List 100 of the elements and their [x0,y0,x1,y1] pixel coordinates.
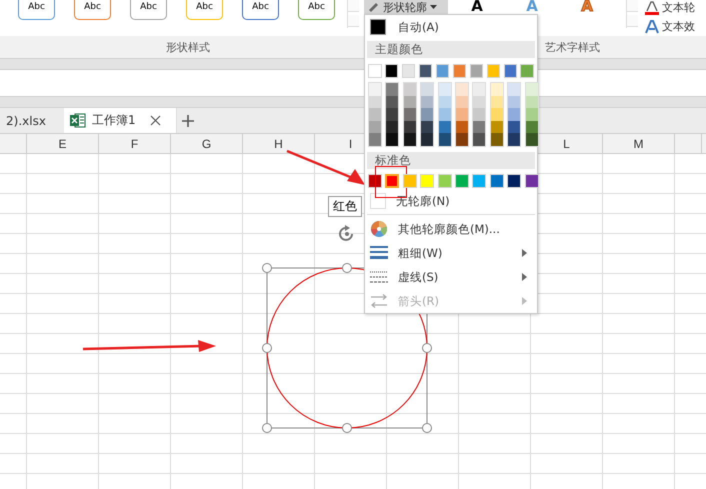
color-swatch[interactable] [520,64,534,78]
color-swatch[interactable] [508,96,520,108]
color-swatch[interactable] [404,133,416,146]
shape-outline-button[interactable]: 形状轮廓 [364,0,448,14]
color-swatch[interactable] [384,64,398,78]
color-swatch[interactable] [438,120,451,134]
column-header[interactable]: E [27,134,99,153]
text-tool-button[interactable]: 文本效 [645,19,695,34]
color-swatch[interactable] [490,174,504,188]
color-swatch[interactable] [402,174,417,188]
menu-item[interactable]: 粗细(W) [365,241,537,266]
color-swatch[interactable] [456,83,468,96]
menu-item[interactable]: 虚线(S) [365,265,537,290]
color-swatch[interactable] [508,133,520,146]
wordart-style-button[interactable]: A [466,0,488,13]
color-swatch[interactable] [456,120,468,134]
shape-style-button[interactable]: Abc [18,0,55,20]
group-label: 艺术字样式 [545,40,600,54]
color-swatch[interactable] [386,133,398,146]
color-swatch[interactable] [456,133,468,146]
color-swatch[interactable] [490,133,503,146]
color-swatch[interactable] [524,174,539,188]
menu-item[interactable]: 无轮廓(N) [365,190,537,212]
color-swatch[interactable] [508,108,520,121]
color-swatch[interactable] [386,83,398,96]
color-swatch[interactable] [486,64,500,78]
color-swatch[interactable] [386,120,398,134]
color-swatch[interactable] [526,83,538,96]
color-swatch[interactable] [385,174,400,188]
color-swatch[interactable] [473,133,486,146]
color-swatch[interactable] [418,64,432,78]
column-header[interactable]: H [243,134,315,153]
color-swatch[interactable] [386,108,398,121]
shape-style-button[interactable]: Abc [186,0,223,20]
color-swatch[interactable] [368,174,382,188]
color-swatch[interactable] [473,96,486,108]
color-swatch[interactable] [421,96,434,108]
empty-swatch-icon [370,193,386,210]
color-swatch[interactable] [404,96,416,108]
color-swatch[interactable] [473,120,486,134]
color-swatch[interactable] [473,108,486,121]
color-swatch[interactable] [438,83,451,96]
color-swatch[interactable] [438,108,451,121]
color-swatch[interactable] [526,133,538,146]
color-swatch[interactable] [369,83,381,96]
shape-style-button[interactable]: Abc [74,0,111,20]
menu-item[interactable]: 自动(A) [365,15,537,39]
group-label: 形状样式 [166,40,210,54]
color-swatch[interactable] [456,96,468,108]
color-swatch[interactable] [508,120,520,134]
color-swatch[interactable] [402,64,416,78]
color-swatch[interactable] [472,174,486,188]
color-swatch[interactable] [508,83,520,96]
color-swatch[interactable] [452,64,466,78]
color-swatch[interactable] [420,174,434,188]
color-swatch[interactable] [404,108,416,121]
caret-icon [430,5,437,9]
color-swatch[interactable] [490,108,503,121]
pen-icon [368,2,380,12]
color-swatch[interactable] [421,83,434,96]
color-swatch[interactable] [421,120,434,134]
color-swatch[interactable] [421,108,434,121]
color-swatch[interactable] [507,174,522,188]
color-swatch[interactable] [368,64,382,78]
column-header[interactable]: F [99,134,171,153]
color-swatch[interactable] [526,96,538,108]
color-swatch[interactable] [526,120,538,134]
color-swatch[interactable] [438,133,451,146]
workbook-tab[interactable]: 2).xlsx [0,108,60,133]
color-swatch[interactable] [404,83,416,96]
workbook-tab[interactable]: 工作簿1 [64,108,176,133]
text-effects-icon [645,20,659,34]
color-swatch[interactable] [504,64,518,78]
color-swatch[interactable] [369,120,381,134]
shape-style-button[interactable]: Abc [130,0,167,20]
color-swatch[interactable] [404,120,416,134]
text-tool-button[interactable]: 文本轮 [645,0,695,15]
color-swatch[interactable] [436,64,450,78]
color-swatch[interactable] [473,83,486,96]
color-swatch[interactable] [386,96,398,108]
color-swatch[interactable] [470,64,484,78]
column-header[interactable]: M [603,134,675,153]
color-swatch[interactable] [456,108,468,121]
color-swatch[interactable] [369,96,381,108]
color-swatch[interactable] [421,133,434,146]
color-swatch[interactable] [369,133,381,146]
color-swatch[interactable] [490,96,503,108]
shape-style-button[interactable]: Abc [242,0,279,20]
color-swatch[interactable] [438,174,452,188]
menu-item: 箭头(R) [365,289,537,314]
color-swatch[interactable] [490,83,503,96]
rotate-handle-icon [338,225,356,243]
shape-style-button[interactable]: Abc [298,0,335,20]
color-swatch[interactable] [526,108,538,121]
color-swatch[interactable] [454,174,469,188]
color-swatch[interactable] [369,108,381,121]
color-swatch[interactable] [438,96,451,108]
menu-item[interactable]: 其他轮廓颜色(M)... [365,217,537,242]
column-header[interactable]: G [171,134,243,153]
color-swatch[interactable] [490,120,503,134]
